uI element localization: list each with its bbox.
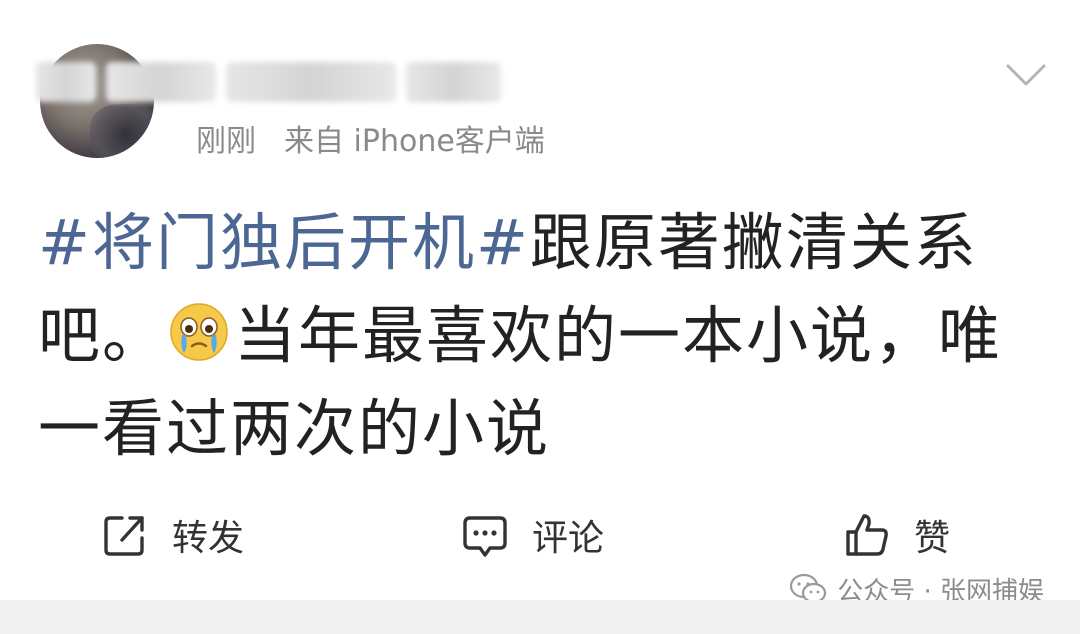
post-meta: 刚刚 来自 iPhone客户端: [196, 118, 545, 159]
username-redacted: [36, 54, 511, 110]
like-label: 赞: [914, 518, 951, 559]
share-icon: [104, 516, 144, 556]
post-text: #将门独后开机#跟原著撇清关系吧。 当年最喜欢的一本小说，唯一看过两次的小说: [38, 196, 1048, 475]
crying-face-emoji-icon: [168, 295, 230, 361]
thumbs-up-icon: [846, 514, 888, 556]
comment-icon: [463, 516, 507, 557]
repost-button[interactable]: 转发: [100, 505, 244, 565]
post-time: 刚刚: [196, 124, 256, 159]
repost-label: 转发: [172, 518, 245, 559]
post-source: 来自 iPhone客户端: [284, 124, 545, 159]
weibo-post-card: 刚刚 来自 iPhone客户端 #将门独后开机#跟原著撇清关系吧。 当年最喜欢的…: [0, 0, 1080, 607]
chevron-down-icon[interactable]: [1004, 56, 1048, 92]
comment-button[interactable]: 评论: [460, 505, 604, 565]
action-bar: 转发 评论 赞: [0, 505, 1080, 565]
hashtag-link[interactable]: #将门独后开机#: [38, 206, 530, 279]
comment-label: 评论: [532, 518, 605, 559]
like-button[interactable]: 赞: [842, 505, 950, 565]
bottom-divider: [0, 600, 1080, 634]
